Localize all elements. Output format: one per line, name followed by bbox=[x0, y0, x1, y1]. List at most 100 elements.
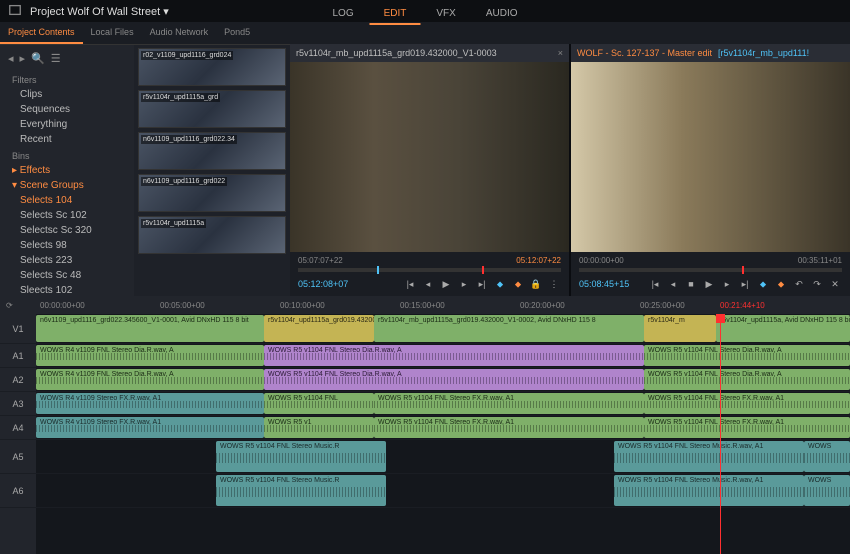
timeline-clip[interactable]: WOWS R4 v1109 Stereo FX.R.wav, A1 bbox=[36, 393, 264, 414]
timeline-clip[interactable]: WOWS R5 v1104 FNL Stereo FX.R.wav, A1 bbox=[374, 417, 644, 438]
timeline-clip[interactable]: r5v1104r_upd1115a_grd019.432000_V bbox=[264, 315, 374, 342]
timeline-clip[interactable]: r5v1104r_m bbox=[644, 315, 716, 342]
timeline-clip[interactable]: WOWS R5 v1104 FNL Stereo Music.R.wav, A1 bbox=[614, 475, 804, 506]
mark-in-icon[interactable]: ⬥ bbox=[493, 277, 507, 291]
tab-pond5[interactable]: Pond5 bbox=[216, 22, 258, 44]
tab-audio[interactable]: AUDIO bbox=[472, 4, 532, 25]
tab-audio-network[interactable]: Audio Network bbox=[142, 22, 217, 44]
tab-local-files[interactable]: Local Files bbox=[83, 22, 142, 44]
thumbnail-clip[interactable]: r02_v1109_upd1116_grd024 bbox=[138, 48, 286, 86]
filter-sequences[interactable]: Sequences bbox=[0, 102, 134, 117]
playhead[interactable] bbox=[720, 314, 721, 554]
timeline-clip[interactable]: WOWS R5 v1 bbox=[264, 417, 374, 438]
record-tc-in: 00:00:00+00 bbox=[579, 256, 624, 265]
timeline-clip[interactable]: WOWS R5 v1104 FNL Stereo Music.R bbox=[216, 475, 386, 506]
thumbnail-clip[interactable]: r5v1104r_upd1115a bbox=[138, 216, 286, 254]
timeline-clip[interactable]: WOWS R4 v1109 Stereo FX.R.wav, A1 bbox=[36, 417, 264, 438]
step-fwd-icon[interactable]: ▸ bbox=[720, 277, 734, 291]
tab-project-contents[interactable]: Project Contents bbox=[0, 22, 83, 44]
timeline-clip[interactable]: WOWS R5 v1104 FNL Stereo FX.R.wav, A1 bbox=[644, 417, 850, 438]
search-icon[interactable]: 🔍 bbox=[31, 52, 45, 65]
track-label-a5[interactable]: A5 bbox=[0, 440, 36, 474]
timeline-clip[interactable]: WOWS R4 v1109 FNL Stereo Dia.R.wav, A bbox=[36, 345, 264, 366]
track-label-a1[interactable]: A1 bbox=[0, 344, 36, 368]
sync-icon[interactable]: ⟳ bbox=[6, 301, 13, 310]
timeline-track[interactable]: WOWS R4 v1109 FNL Stereo Dia.R.wav, AWOW… bbox=[36, 368, 850, 392]
bin-selects-98[interactable]: Selects 98 bbox=[0, 238, 134, 253]
bin-scene-groups[interactable]: ▾ Scene Groups bbox=[0, 178, 134, 193]
timeline-track[interactable]: WOWS R5 v1104 FNL Stereo Music.R WOWS R5 … bbox=[36, 440, 850, 474]
timeline-clip[interactable]: WOWS R5 v1104 FNL bbox=[264, 393, 374, 414]
project-title[interactable]: Project Wolf Of Wall Street ▾ bbox=[30, 5, 169, 18]
timeline: ⟳ 00:00:00+00 00:05:00+00 00:10:00+00 00… bbox=[0, 296, 850, 554]
more-icon[interactable]: ⋮ bbox=[547, 277, 561, 291]
lock-icon[interactable]: 🔒 bbox=[529, 277, 543, 291]
timeline-clip[interactable]: WOWS R5 v1104 FNL Stereo Music.R bbox=[216, 441, 386, 472]
bin-selects-48[interactable]: Selects Sc 48 bbox=[0, 268, 134, 283]
track-label-a4[interactable]: A4 bbox=[0, 416, 36, 440]
bin-selects-320[interactable]: Selectsc Sc 320 bbox=[0, 223, 134, 238]
goto-end-icon[interactable]: ▸| bbox=[738, 277, 752, 291]
timeline-clip[interactable]: WOWS R5 v1104 FNL Stereo Music.R.wav, A1 bbox=[614, 441, 804, 472]
stop-icon[interactable]: ■ bbox=[684, 277, 698, 291]
source-scrubber[interactable] bbox=[298, 268, 561, 272]
undo-icon[interactable]: ↶ bbox=[792, 277, 806, 291]
record-viewport[interactable] bbox=[571, 62, 850, 252]
workspace-tabs: LOG EDIT VFX AUDIO bbox=[318, 4, 531, 25]
timeline-clip[interactable]: WOWS R4 v1109 FNL Stereo Dia.R.wav, A bbox=[36, 369, 264, 390]
goto-start-icon[interactable]: |◂ bbox=[648, 277, 662, 291]
goto-start-icon[interactable]: |◂ bbox=[403, 277, 417, 291]
redo-icon[interactable]: ↷ bbox=[810, 277, 824, 291]
bin-selects-104[interactable]: Selects 104 bbox=[0, 193, 134, 208]
bin-effects[interactable]: ▸ Effects bbox=[0, 163, 134, 178]
play-icon[interactable]: ▶ bbox=[439, 277, 453, 291]
chevron-right-icon[interactable]: ▸ bbox=[20, 52, 26, 65]
filter-recent[interactable]: Recent bbox=[0, 132, 134, 147]
thumbnail-clip[interactable]: n6v1109_upd1116_grd022.34 bbox=[138, 132, 286, 170]
source-viewport[interactable] bbox=[290, 62, 569, 252]
timeline-track[interactable]: n6v1109_upd1116_grd022.345600_V1-0001, A… bbox=[36, 314, 850, 344]
timeline-track[interactable]: WOWS R4 v1109 Stereo FX.R.wav, A1WOWS R5… bbox=[36, 392, 850, 416]
bin-selects-102[interactable]: Selects Sc 102 bbox=[0, 208, 134, 223]
record-scrubber[interactable] bbox=[579, 268, 842, 272]
filter-everything[interactable]: Everything bbox=[0, 117, 134, 132]
bin-selects-223[interactable]: Selects 223 bbox=[0, 253, 134, 268]
timeline-clip[interactable]: n6v1109_upd1116_grd022.345600_V1-0001, A… bbox=[36, 315, 264, 342]
list-view-icon[interactable]: ☰ bbox=[51, 52, 61, 65]
timeline-clip[interactable]: r5v1104r_mb_upd1115a_grd019.432000_V1-00… bbox=[374, 315, 644, 342]
thumbnail-clip[interactable]: n6v1109_upd1116_grd022 bbox=[138, 174, 286, 212]
timeline-clip[interactable]: WOWS R5 v1104 FNL Stereo Dia.R.wav, A bbox=[644, 345, 850, 366]
timeline-clip[interactable]: WOWS R5 v1104 FNL Stereo Dia.R.wav, A bbox=[264, 345, 644, 366]
timeline-clip[interactable]: WOWS R5 v1104 FNL Stereo Dia.R.wav, A bbox=[264, 369, 644, 390]
step-back-icon[interactable]: ◂ bbox=[421, 277, 435, 291]
timeline-track[interactable]: WOWS R4 v1109 Stereo FX.R.wav, A1WOWS R5… bbox=[36, 416, 850, 440]
track-label-a6[interactable]: A6 bbox=[0, 474, 36, 508]
tab-edit[interactable]: EDIT bbox=[370, 4, 421, 25]
timeline-clip[interactable]: WOWS bbox=[804, 475, 850, 506]
timeline-track[interactable]: WOWS R5 v1104 FNL Stereo Music.R WOWS R5 … bbox=[36, 474, 850, 508]
track-label-a3[interactable]: A3 bbox=[0, 392, 36, 416]
tab-log[interactable]: LOG bbox=[318, 4, 367, 25]
timeline-clip[interactable]: r5v1104r_upd1115a, Avid DNxHD 115 8 bit bbox=[716, 315, 850, 342]
filter-clips[interactable]: Clips bbox=[0, 87, 134, 102]
timeline-clip[interactable]: WOWS bbox=[804, 441, 850, 472]
timeline-ruler[interactable]: ⟳ 00:00:00+00 00:05:00+00 00:10:00+00 00… bbox=[0, 296, 850, 314]
mark-out-icon[interactable]: ⬥ bbox=[511, 277, 525, 291]
step-fwd-icon[interactable]: ▸ bbox=[457, 277, 471, 291]
timeline-clip[interactable]: WOWS R5 v1104 FNL Stereo Dia.R.wav, A bbox=[644, 369, 850, 390]
goto-end-icon[interactable]: ▸| bbox=[475, 277, 489, 291]
chevron-left-icon[interactable]: ◂ bbox=[8, 52, 14, 65]
close-icon[interactable]: × bbox=[558, 48, 563, 58]
track-label-v1[interactable]: V1 bbox=[0, 314, 36, 344]
timeline-track[interactable]: WOWS R4 v1109 FNL Stereo Dia.R.wav, AWOW… bbox=[36, 344, 850, 368]
timeline-clip[interactable]: WOWS R5 v1104 FNL Stereo FX.R.wav, A1 bbox=[374, 393, 644, 414]
timeline-clip[interactable]: WOWS R5 v1104 FNL Stereo FX.R.wav, A1 bbox=[644, 393, 850, 414]
track-label-a2[interactable]: A2 bbox=[0, 368, 36, 392]
mark-out-icon[interactable]: ⬥ bbox=[774, 277, 788, 291]
tab-vfx[interactable]: VFX bbox=[422, 4, 469, 25]
play-icon[interactable]: ▶ bbox=[702, 277, 716, 291]
thumbnail-clip[interactable]: r5v1104r_upd1115a_grd bbox=[138, 90, 286, 128]
step-back-icon[interactable]: ◂ bbox=[666, 277, 680, 291]
mark-in-icon[interactable]: ⬥ bbox=[756, 277, 770, 291]
delete-icon[interactable]: ✕ bbox=[828, 277, 842, 291]
